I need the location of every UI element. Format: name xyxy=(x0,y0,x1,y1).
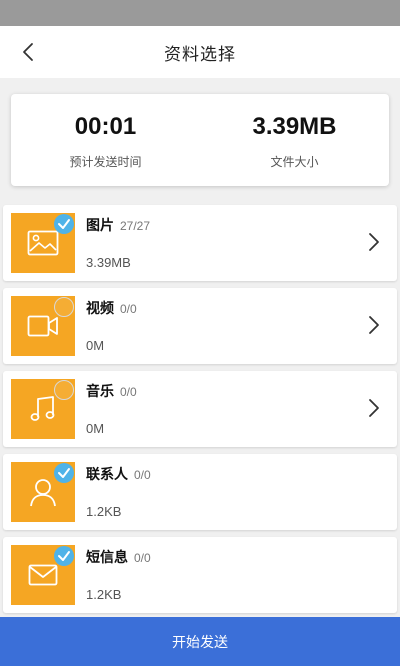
message-icon xyxy=(28,564,58,586)
checkmark-icon xyxy=(58,468,70,478)
category-count: 0/0 xyxy=(120,385,137,399)
category-item-videos[interactable]: 视频 0/0 0M xyxy=(3,288,397,364)
category-size: 1.2KB xyxy=(86,504,122,519)
category-item-images[interactable]: 图片 27/27 3.39MB xyxy=(3,205,397,281)
category-name: 图片 xyxy=(86,218,114,234)
category-count: 0/0 xyxy=(120,302,137,316)
contact-icon xyxy=(30,479,56,507)
category-count: 0/0 xyxy=(134,551,151,565)
chevron-right-icon[interactable] xyxy=(367,314,381,336)
category-item-contacts[interactable]: 联系人 0/0 1.2KB xyxy=(3,454,397,530)
estimated-time-label: 预计发送时间 xyxy=(69,155,142,169)
category-name: 联系人 xyxy=(86,467,128,483)
chevron-left-icon xyxy=(23,43,33,61)
category-count: 0/0 xyxy=(134,468,151,482)
category-item-messages[interactable]: 短信息 0/0 1.2KB xyxy=(3,537,397,613)
chevron-right-icon[interactable] xyxy=(367,397,381,419)
category-name: 视频 xyxy=(86,301,114,317)
checkbox-checked[interactable] xyxy=(54,546,74,566)
page-title: 资料选择 xyxy=(164,44,236,65)
header-bar: 资料选择 xyxy=(0,26,400,78)
checkbox-unchecked[interactable] xyxy=(54,380,74,400)
category-name: 音乐 xyxy=(86,384,114,400)
file-size-value: 3.39MB xyxy=(252,113,337,140)
category-size: 1.2KB xyxy=(86,587,122,602)
category-count: 27/27 xyxy=(120,219,151,233)
file-size: 3.39MB 文件大小 xyxy=(200,94,389,186)
checkmark-icon xyxy=(58,219,70,229)
estimated-time: 00:01 预计发送时间 xyxy=(11,94,200,186)
start-send-button[interactable]: 开始发送 xyxy=(0,617,400,666)
category-size: 0M xyxy=(86,421,105,436)
chevron-right-icon[interactable] xyxy=(367,231,381,253)
checkmark-icon xyxy=(58,551,70,561)
music-icon xyxy=(30,396,55,421)
video-icon xyxy=(27,315,58,337)
category-list: 图片 27/27 3.39MB 视频 0/0 0M 音乐 0/0 0M 联系人 … xyxy=(3,205,397,620)
checkbox-checked[interactable] xyxy=(54,214,74,234)
category-size: 0M xyxy=(86,338,105,353)
back-button[interactable] xyxy=(14,38,42,66)
start-send-label: 开始发送 xyxy=(172,634,228,651)
checkbox-checked[interactable] xyxy=(54,463,74,483)
checkbox-unchecked[interactable] xyxy=(54,297,74,317)
status-bar xyxy=(0,0,400,26)
file-size-label: 文件大小 xyxy=(270,155,319,169)
category-item-music[interactable]: 音乐 0/0 0M xyxy=(3,371,397,447)
estimated-time-value: 00:01 xyxy=(74,113,137,140)
category-name: 短信息 xyxy=(86,550,128,566)
transfer-summary-card: 00:01 预计发送时间 3.39MB 文件大小 xyxy=(11,94,389,186)
category-size: 3.39MB xyxy=(86,255,131,270)
